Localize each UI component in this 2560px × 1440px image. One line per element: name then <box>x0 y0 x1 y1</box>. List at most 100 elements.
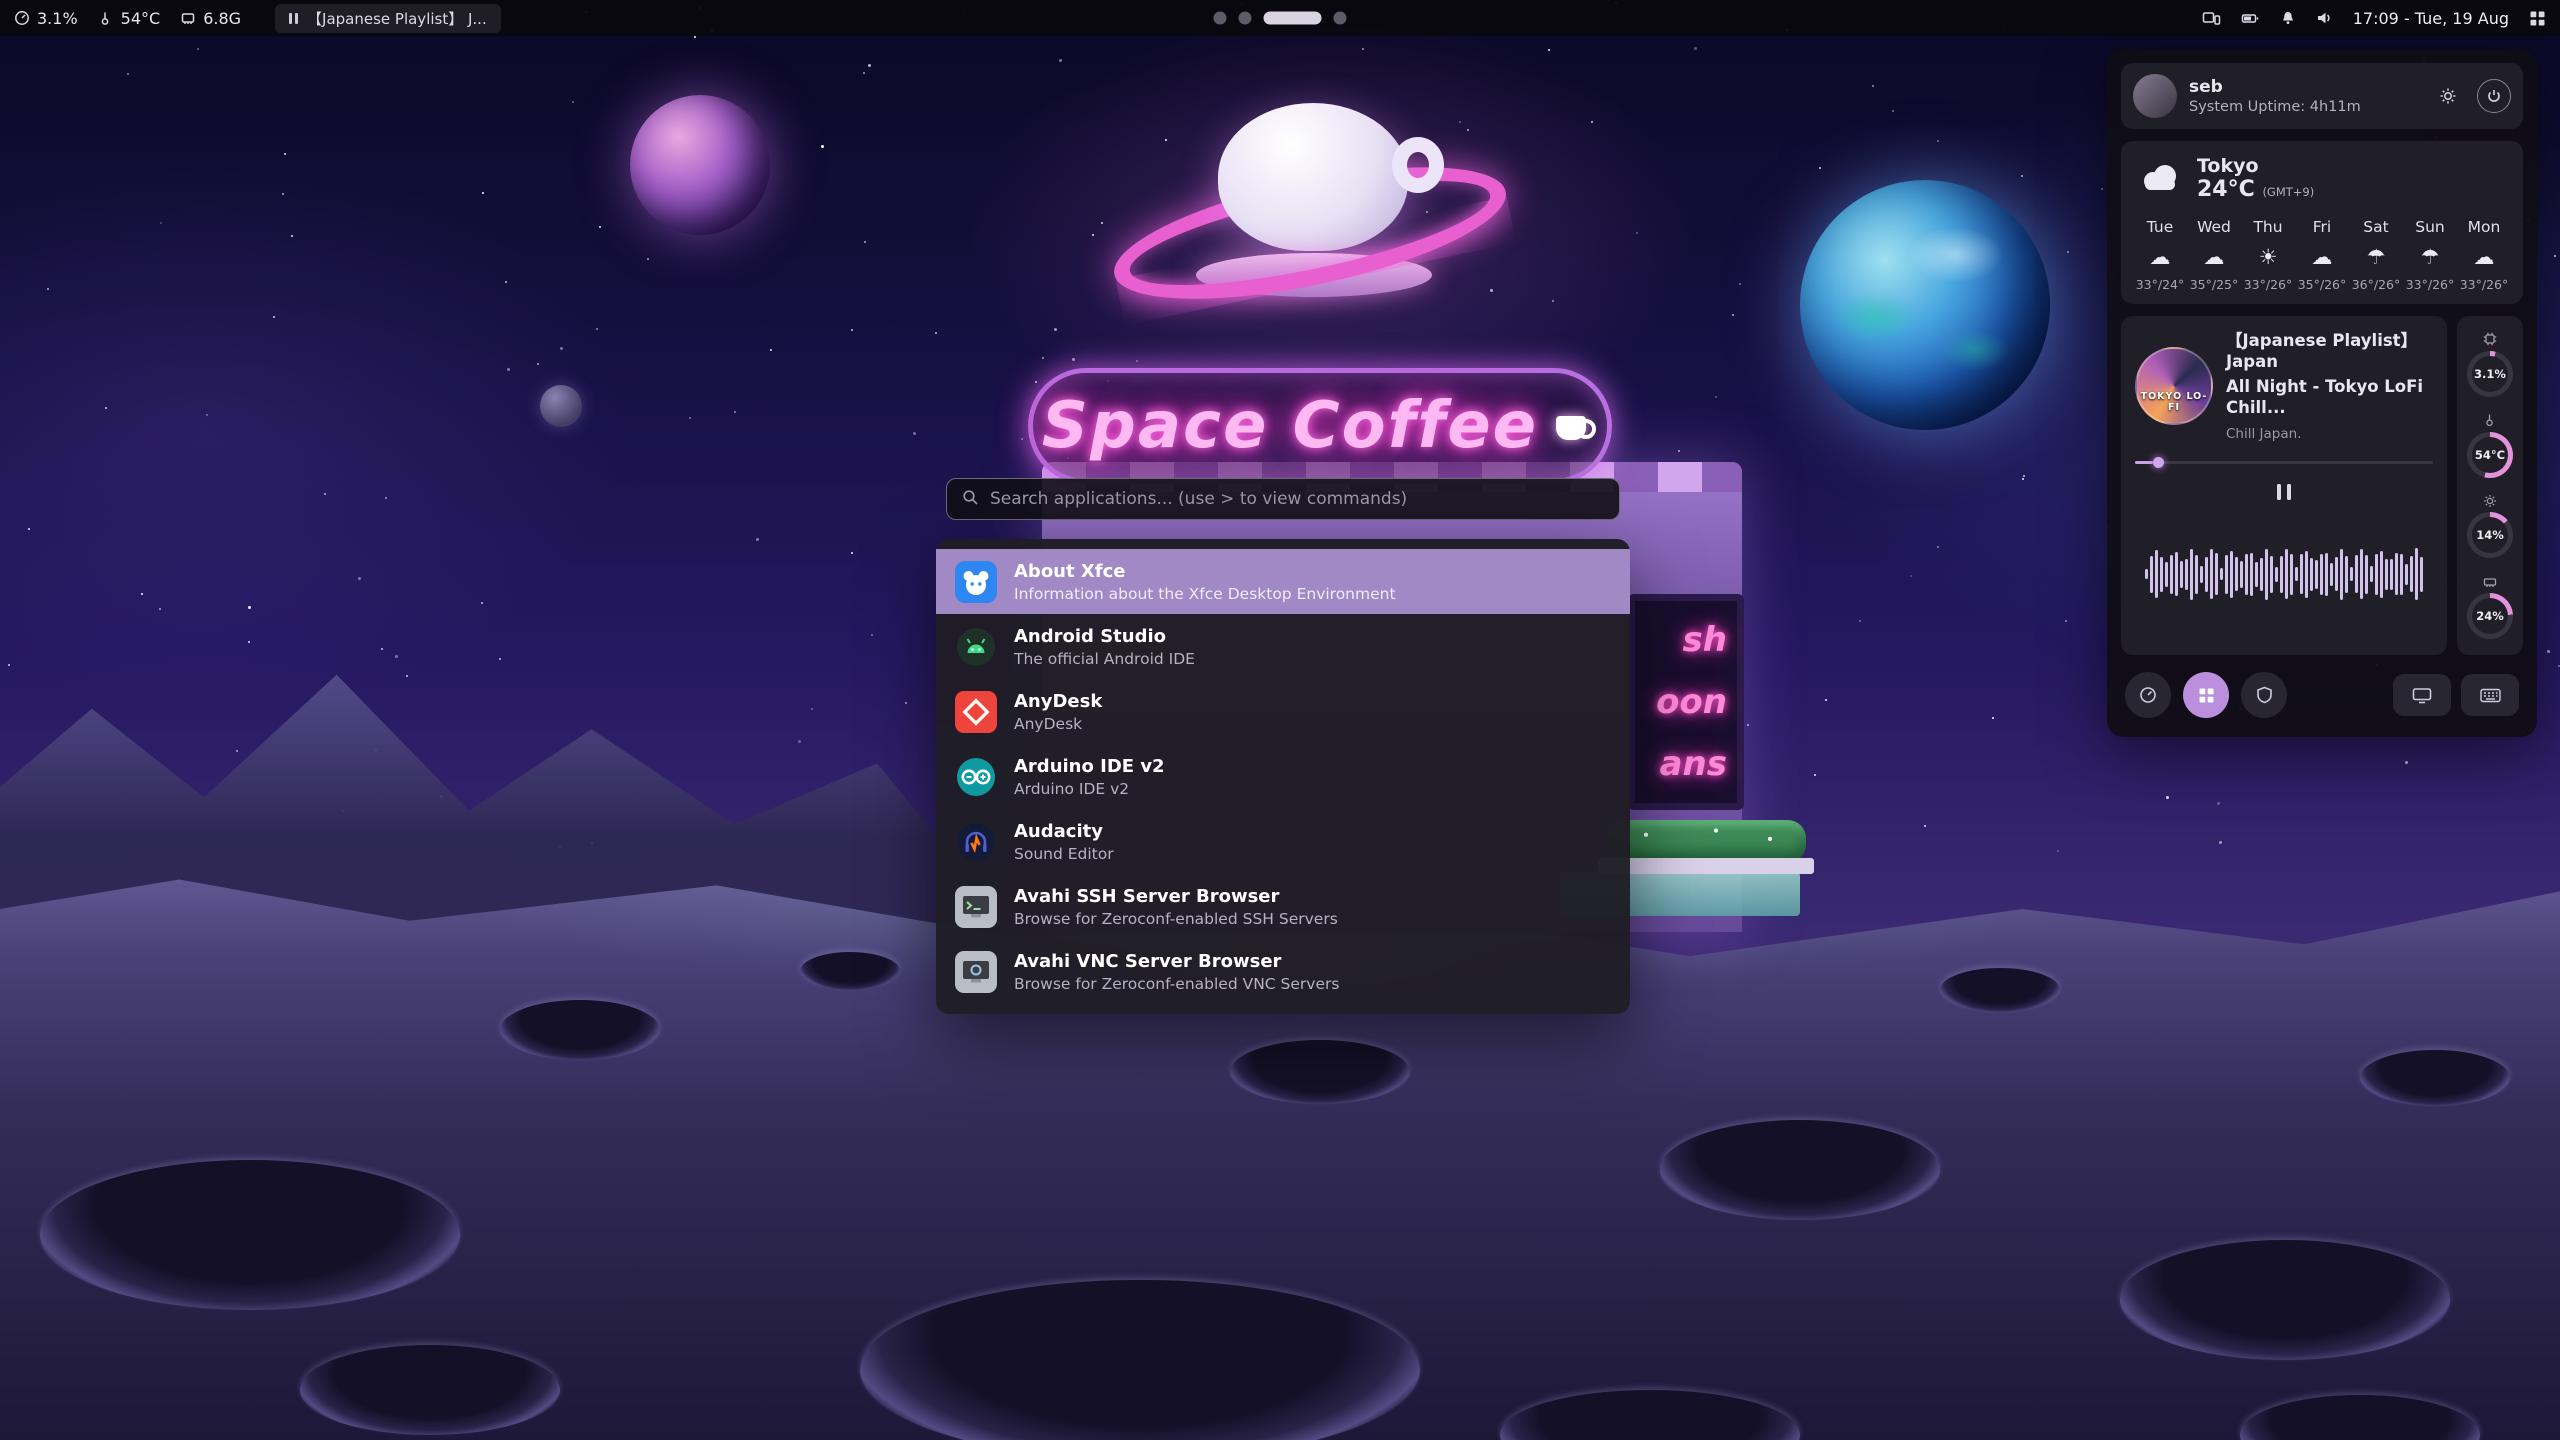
gauge-value: 14% <box>2467 512 2513 558</box>
user-card: seb System Uptime: 4h11m <box>2121 63 2523 129</box>
weather-day-icon: ☂ <box>2349 245 2403 269</box>
audacity-icon <box>955 821 997 863</box>
memory-icon <box>2483 574 2497 589</box>
media-progress-slider[interactable] <box>2135 456 2433 468</box>
workspace-dot[interactable] <box>1334 12 1347 25</box>
purple-planet <box>630 95 770 235</box>
weather-day-icon: ☂ <box>2403 245 2457 269</box>
weather-day-icon: ☁ <box>2133 245 2187 269</box>
app-row-anydesk[interactable]: AnyDesk AnyDesk <box>936 679 1630 744</box>
pause-button[interactable] <box>2267 480 2301 504</box>
workspace-dot[interactable] <box>1214 12 1227 25</box>
app-row-avahi-vnc[interactable]: Avahi VNC Server Browser Browse for Zero… <box>936 939 1630 1004</box>
album-art-label: TOKYO LO-FI <box>2137 391 2211 413</box>
keyboard-button[interactable] <box>2461 674 2519 716</box>
media-title-line1: 【Japanese Playlist】 Japan <box>2226 330 2433 373</box>
waveform <box>2135 508 2433 641</box>
app-name: About Xfce <box>1014 561 1396 582</box>
neon-sign-text: Space Coffee <box>1042 389 1538 463</box>
slider-handle[interactable] <box>2153 457 2164 468</box>
app-row-audacity[interactable]: Audacity Sound Editor <box>936 809 1630 874</box>
display-button[interactable] <box>2393 674 2451 716</box>
desktop: sh oon ans Space Coffee 3.1% <box>0 0 2560 1440</box>
battery-icon[interactable] <box>2241 10 2260 26</box>
coffee-cup-icon <box>1554 406 1598 446</box>
launcher-search[interactable] <box>946 478 1620 520</box>
temp-stat-label: 54°C <box>121 9 161 28</box>
app-name: Avahi VNC Server Browser <box>1014 951 1339 972</box>
app-row-arduino[interactable]: Arduino IDE v2 Arduino IDE v2 <box>936 744 1630 809</box>
weather-day-icon: ☁ <box>2457 245 2511 269</box>
avatar <box>2133 74 2177 118</box>
search-icon <box>962 489 979 510</box>
volume-icon[interactable] <box>2316 10 2333 26</box>
search-input[interactable] <box>990 489 1604 509</box>
app-desc: Browse for Zeroconf-enabled SSH Servers <box>1014 910 1338 928</box>
weather-temp: 24°C <box>2197 177 2255 202</box>
device-link-icon[interactable] <box>2202 10 2221 26</box>
neon-window-line: oon <box>1656 682 1727 722</box>
apps-grid-button[interactable] <box>2183 672 2229 718</box>
memory-stat-label: 6.8G <box>203 9 241 28</box>
weather-widget: Tokyo 24°C (GMT+9) Tue☁33°/24° Wed☁35°/2… <box>2121 141 2523 304</box>
neon-window-line: ans <box>1660 744 1727 784</box>
cpu-icon <box>2483 332 2497 347</box>
clock[interactable]: 17:09 - Tue, 19 Aug <box>2353 9 2509 28</box>
neon-sign: Space Coffee <box>1028 368 1612 484</box>
weather-day-icon: ☀ <box>2241 245 2295 269</box>
settings-gear-icon[interactable] <box>2431 79 2465 113</box>
workspace-switcher[interactable] <box>1214 12 1347 25</box>
pause-icon <box>289 13 298 24</box>
app-desc: The official Android IDE <box>1014 650 1195 668</box>
gear-icon <box>2483 493 2497 508</box>
workspace-dot-active[interactable] <box>1264 12 1322 25</box>
cpu-gauge: 3.1% <box>2467 332 2513 397</box>
widget-panel: seb System Uptime: 4h11m Tokyo 24°C <box>2107 49 2537 737</box>
app-row-about-xfce[interactable]: About Xfce Information about the Xfce De… <box>936 549 1630 614</box>
forecast-day: Sat☂36°/26° <box>2349 218 2403 292</box>
app-grid-icon[interactable] <box>2529 10 2546 27</box>
album-art: TOKYO LO-FI <box>2135 347 2213 425</box>
media-player: TOKYO LO-FI 【Japanese Playlist】 Japan Al… <box>2121 316 2447 655</box>
thermometer-icon <box>2483 413 2497 428</box>
power-icon[interactable] <box>2477 79 2511 113</box>
anydesk-icon <box>955 691 997 733</box>
weather-day-icon: ☁ <box>2295 245 2349 269</box>
user-name: seb <box>2189 77 2361 97</box>
app-row-avahi-ssh[interactable]: Avahi SSH Server Browser Browse for Zero… <box>936 874 1630 939</box>
xfce-icon <box>955 561 997 603</box>
arduino-icon <box>955 756 997 798</box>
workspace-dot[interactable] <box>1239 12 1252 25</box>
system-uptime: System Uptime: 4h11m <box>2189 99 2361 115</box>
forecast-day: Wed☁35°/25° <box>2187 218 2241 292</box>
now-playing-widget[interactable]: 【Japanese Playlist】 J... <box>275 4 501 33</box>
weather-day-icon: ☁ <box>2187 245 2241 269</box>
cpu-stat-label: 3.1% <box>37 9 78 28</box>
app-name: Audacity <box>1014 821 1114 842</box>
shield-button[interactable] <box>2241 672 2287 718</box>
avahi-vnc-icon <box>955 951 997 993</box>
small-moon <box>540 385 582 427</box>
gauge-value: 24% <box>2467 593 2513 639</box>
app-list: About Xfce Information about the Xfce De… <box>936 539 1630 1014</box>
forecast-day: Mon☁33°/26° <box>2457 218 2511 292</box>
panel-quick-actions <box>2121 667 2523 723</box>
weather-city: Tokyo <box>2197 155 2314 177</box>
cup-handle <box>1392 137 1444 193</box>
temp-stat: 54°C <box>98 9 161 28</box>
cpu-stat: 3.1% <box>14 9 78 28</box>
app-name: Avahi SSH Server Browser <box>1014 886 1338 907</box>
top-bar: 3.1% 54°C 6.8G 【Japanese Playlist】 J... <box>0 0 2560 36</box>
media-subtitle: Chill Japan. <box>2226 426 2433 442</box>
system-gauges: 3.1% 54°C 14% <box>2457 316 2523 655</box>
media-title-line2: All Night - Tokyo LoFi Chill... <box>2226 376 2433 419</box>
temp-gauge: 54°C <box>2467 413 2513 478</box>
app-desc: Browse for Zeroconf-enabled VNC Servers <box>1014 975 1339 993</box>
notifications-bell-icon[interactable] <box>2280 10 2296 26</box>
forecast-row: Tue☁33°/24° Wed☁35°/25° Thu☀33°/26° Fri☁… <box>2133 218 2511 292</box>
app-desc: Sound Editor <box>1014 845 1114 863</box>
app-row-android-studio[interactable]: Android Studio The official Android IDE <box>936 614 1630 679</box>
dashboard-button[interactable] <box>2125 672 2171 718</box>
hedge <box>1606 820 1806 862</box>
saturn-cup <box>1110 85 1510 365</box>
